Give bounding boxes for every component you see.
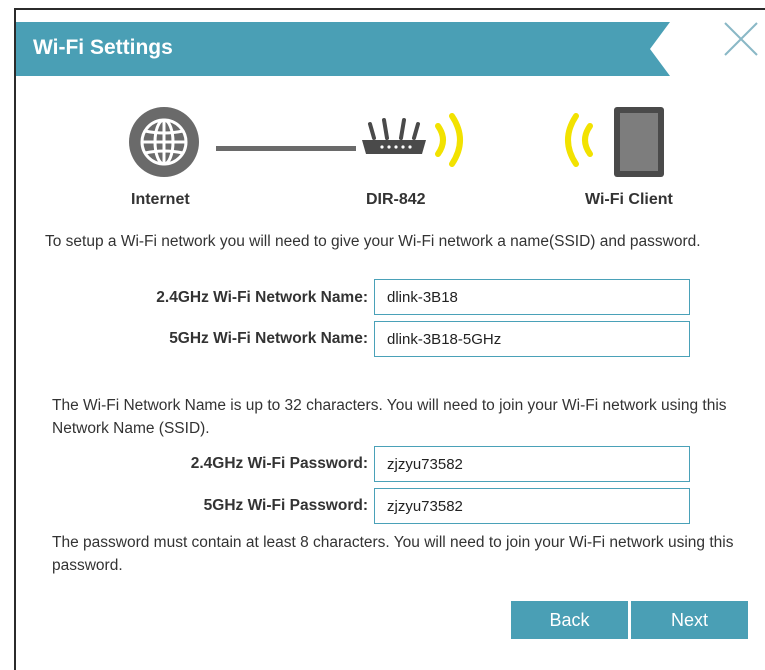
dialog-header: Wi-Fi Settings: [16, 22, 670, 76]
ssid-24-input[interactable]: [374, 279, 690, 315]
wifi-signal-icon: [432, 110, 472, 175]
ssid-24-label: 2.4GHz Wi-Fi Network Name:: [156, 289, 368, 306]
next-button[interactable]: Next: [631, 601, 748, 639]
pass-24-input[interactable]: [374, 446, 690, 482]
router-label: DIR-842: [366, 191, 426, 208]
wifi-signal-icon: [556, 110, 596, 175]
password-help-text: The password must contain at least 8 cha…: [52, 534, 734, 574]
dialog-title: Wi-Fi Settings: [33, 36, 173, 59]
intro-text: To setup a Wi-Fi network you will need t…: [45, 233, 701, 250]
pass-5-label: 5GHz Wi-Fi Password:: [203, 497, 368, 514]
tablet-icon: [613, 106, 665, 183]
globe-icon: [126, 104, 202, 185]
client-label: Wi-Fi Client: [585, 191, 673, 208]
ssid-5-input[interactable]: [374, 321, 690, 357]
router-icon: [358, 116, 430, 167]
name-help-text: The Wi-Fi Network Name is up to 32 chara…: [52, 397, 727, 437]
connection-line: [216, 139, 356, 157]
internet-label: Internet: [131, 191, 190, 208]
back-button[interactable]: Back: [511, 601, 628, 639]
close-icon[interactable]: [722, 20, 760, 58]
ssid-5-label: 5GHz Wi-Fi Network Name:: [169, 330, 368, 347]
pass-5-input[interactable]: [374, 488, 690, 524]
pass-24-label: 2.4GHz Wi-Fi Password:: [190, 455, 368, 472]
